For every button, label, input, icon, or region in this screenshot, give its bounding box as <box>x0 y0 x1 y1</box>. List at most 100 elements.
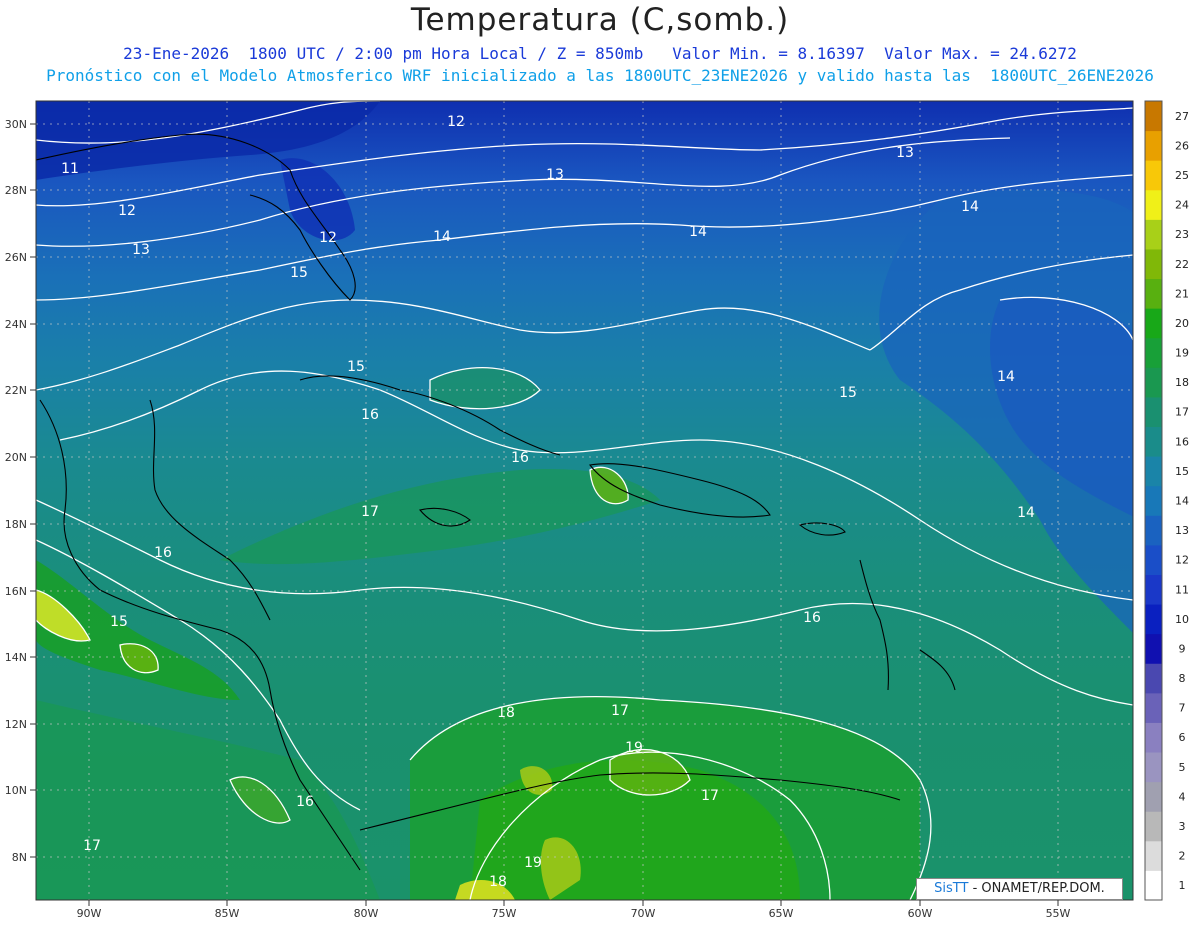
lat-label: 24N <box>5 318 27 331</box>
contour-label: 14 <box>997 369 1015 385</box>
contour-label: 17 <box>83 838 101 854</box>
colorbar-swatch <box>1145 101 1162 132</box>
colorbar-label: 6 <box>1179 731 1186 744</box>
colorbar-swatch <box>1145 337 1162 368</box>
colorbar-label: 15 <box>1175 465 1189 478</box>
colorbar-label: 27 <box>1175 110 1189 123</box>
colorbar-label: 11 <box>1175 583 1189 596</box>
colorbar: 1234567891011121314151617181920212223242… <box>1144 100 1189 901</box>
colorbar-label: 12 <box>1175 554 1189 567</box>
lon-label: 80W <box>354 907 379 920</box>
contour-label: 15 <box>839 385 857 401</box>
contour-label: 19 <box>625 740 643 756</box>
contour-label: 12 <box>447 114 465 130</box>
contour-label: 17 <box>611 703 629 719</box>
colorbar-swatch <box>1145 367 1162 398</box>
lon-label: 60W <box>908 907 933 920</box>
colorbar-label: 16 <box>1175 435 1189 448</box>
contour-label: 15 <box>290 265 308 281</box>
colorbar-swatch <box>1145 811 1162 842</box>
contour-label: 16 <box>296 794 314 810</box>
lon-label: 65W <box>769 907 794 920</box>
contour-label: 13 <box>896 145 914 161</box>
colorbar-label: 23 <box>1175 228 1189 241</box>
colorbar-label: 22 <box>1175 258 1189 271</box>
contour-label: 13 <box>132 242 150 258</box>
contour-label: 14 <box>689 224 707 240</box>
colorbar-label: 14 <box>1175 495 1189 508</box>
colorbar-swatch <box>1145 456 1162 487</box>
lat-label: 30N <box>5 118 27 131</box>
credit-org: - ONAMET/REP.DOM. <box>968 881 1105 896</box>
colorbar-swatch <box>1145 870 1162 901</box>
colorbar-swatch <box>1145 308 1162 339</box>
forecast-time-line: 23-Ene-2026 1800 UTC / 2:00 pm Hora Loca… <box>123 44 1077 63</box>
contour-label: 16 <box>154 545 172 561</box>
sispi-logo-text: SisTT <box>934 881 969 896</box>
contour-label: 12 <box>118 203 136 219</box>
longitude-ticks <box>88 900 1059 906</box>
colorbar-swatch <box>1145 722 1162 753</box>
contour-label: 18 <box>489 874 507 890</box>
lat-label: 12N <box>5 718 27 731</box>
colorbar-swatch <box>1145 633 1162 664</box>
colorbar-swatch <box>1145 248 1162 280</box>
chart-title: Temperatura (C,somb.) <box>410 2 790 38</box>
colorbar-swatch <box>1145 219 1162 250</box>
contour-label: 17 <box>361 504 379 520</box>
colorbar-swatch <box>1145 574 1162 605</box>
colorbar-label: 9 <box>1179 642 1186 655</box>
lon-label: 85W <box>215 907 240 920</box>
model-info-line: Pronóstico con el Modelo Atmosferico WRF… <box>46 66 1154 85</box>
colorbar-swatch <box>1145 663 1162 694</box>
weather-map: 30N 28N 26N 24N 22N 20N 18N 16N 14N 12N … <box>5 100 1189 920</box>
colorbar-swatch <box>1145 692 1162 723</box>
colorbar-swatch <box>1145 189 1162 220</box>
colorbar-label: 8 <box>1179 672 1186 685</box>
colorbar-swatch <box>1145 278 1162 309</box>
contour-label: 15 <box>347 359 365 375</box>
lat-label: 26N <box>5 251 27 264</box>
colorbar-swatch <box>1145 426 1162 457</box>
contour-label: 12 <box>319 230 337 246</box>
contour-label: 16 <box>511 450 529 466</box>
lon-label: 55W <box>1046 907 1071 920</box>
colorbar-label: 10 <box>1175 613 1189 626</box>
colorbar-label: 26 <box>1175 139 1189 152</box>
contour-label: 16 <box>361 407 379 423</box>
colorbar-label: 1 <box>1179 879 1186 892</box>
colorbar-swatch <box>1145 604 1162 635</box>
latitude-ticks <box>30 123 36 858</box>
colorbar-label: 18 <box>1175 376 1189 389</box>
contour-label: 14 <box>961 199 979 215</box>
colorbar-label: 19 <box>1175 347 1189 360</box>
contour-label: 17 <box>701 788 719 804</box>
colorbar-label: 5 <box>1179 761 1186 774</box>
lat-label: 28N <box>5 184 27 197</box>
lat-label: 10N <box>5 784 27 797</box>
colorbar-swatch <box>1145 396 1162 428</box>
contour-label: 14 <box>433 229 451 245</box>
lat-label: 16N <box>5 585 27 598</box>
colorbar-swatch <box>1145 752 1162 783</box>
colorbar-swatch <box>1145 160 1162 191</box>
colorbar-label: 13 <box>1175 524 1189 537</box>
longitude-axis: 90W 85W 80W 75W 70W 65W 60W 55W <box>77 907 1071 920</box>
colorbar-swatch <box>1145 781 1162 812</box>
colorbar-label: 17 <box>1175 406 1189 419</box>
colorbar-label: 21 <box>1175 287 1189 300</box>
colorbar-swatch <box>1145 840 1162 871</box>
contour-label: 14 <box>1017 505 1035 521</box>
contour-label: 11 <box>61 161 79 177</box>
colorbar-label: 24 <box>1175 199 1189 212</box>
temperature-field <box>36 101 1133 900</box>
colorbar-swatch <box>1145 485 1162 516</box>
lon-label: 75W <box>492 907 517 920</box>
lat-label: 18N <box>5 518 27 531</box>
contour-label: 16 <box>803 610 821 626</box>
lat-label: 22N <box>5 384 27 397</box>
colorbar-label: 4 <box>1179 790 1186 803</box>
colorbar-label: 2 <box>1179 850 1186 863</box>
lon-label: 70W <box>631 907 656 920</box>
colorbar-label: 20 <box>1175 317 1189 330</box>
